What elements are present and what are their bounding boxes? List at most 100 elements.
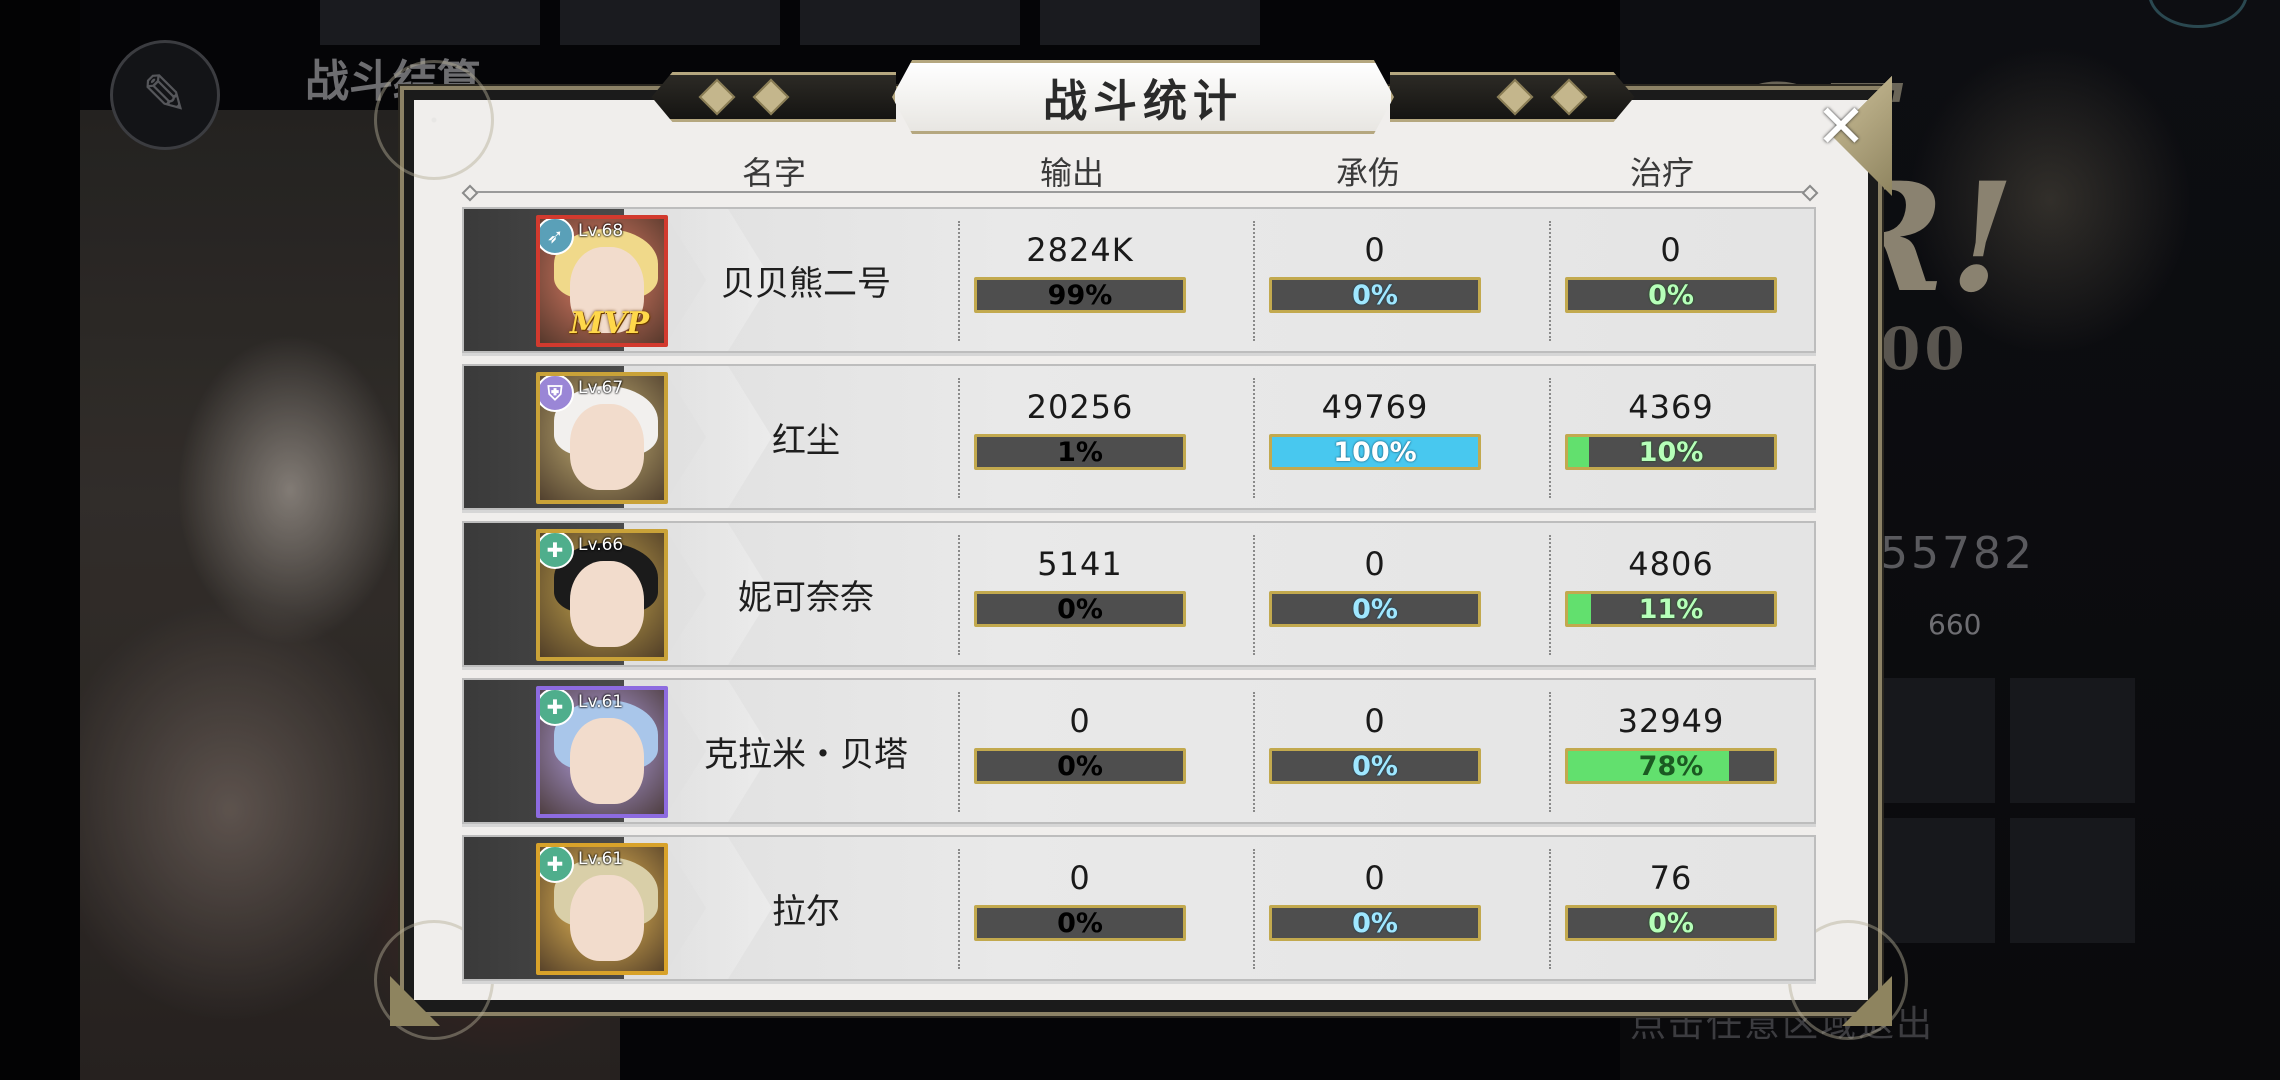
hero-name: 贝贝熊二号 — [721, 263, 891, 304]
damage-percent: 1% — [1057, 436, 1103, 468]
damage-stat: 2824K 99% — [958, 209, 1190, 351]
hero-portrait[interactable]: Lv.68 ➶ MVP — [536, 215, 668, 347]
damage-stat: 0 0% — [958, 680, 1190, 822]
heal-value: 32949 — [1617, 702, 1725, 740]
edit-icon[interactable]: ✎ — [110, 40, 220, 150]
column-header-name: 名字 — [741, 154, 806, 192]
hero-portrait[interactable]: Lv.61 ✚ — [536, 686, 668, 818]
damage-value: 0 — [1069, 702, 1091, 740]
heal-bar: 11% — [1565, 591, 1777, 627]
heal-stat: 4369 10% — [1549, 366, 1781, 508]
damage-value: 5141 — [1037, 545, 1123, 583]
healer-class-icon: ✚ — [540, 690, 574, 726]
damage-bar: 1% — [974, 434, 1186, 470]
column-separator — [1549, 692, 1551, 812]
tank-stat: 49769 100% — [1253, 366, 1485, 508]
tank-percent: 0% — [1352, 593, 1398, 625]
panel-title: 战斗统计 — [1043, 76, 1243, 127]
background-slot — [1870, 818, 1995, 943]
column-separator — [1549, 849, 1551, 969]
tank-percent: 0% — [1352, 750, 1398, 782]
guardian-class-icon: ⛨ — [540, 376, 574, 412]
hero-name: 拉尔 — [772, 891, 840, 932]
portrait-face — [570, 561, 644, 647]
heal-bar: 10% — [1565, 434, 1777, 470]
tank-value: 49769 — [1321, 388, 1429, 426]
column-separator — [958, 535, 960, 655]
tank-percent: 0% — [1352, 279, 1398, 311]
heal-stat: 4806 11% — [1549, 523, 1781, 665]
tank-stat: 0 0% — [1253, 523, 1485, 665]
header-divider — [470, 191, 1810, 193]
column-separator — [1549, 221, 1551, 341]
healer-class-icon: ✚ — [540, 533, 574, 569]
heal-value: 4806 — [1628, 545, 1714, 583]
heal-value: 4369 — [1628, 388, 1714, 426]
background-strip — [320, 0, 540, 45]
damage-value: 2824K — [1026, 231, 1134, 269]
damage-bar: 99% — [974, 277, 1186, 313]
heal-bar: 0% — [1565, 277, 1777, 313]
damage-value: 20256 — [1026, 388, 1134, 426]
background-score-fragment: 00 — [1880, 315, 1969, 383]
portrait-face — [570, 718, 644, 804]
tank-bar: 0% — [1269, 905, 1481, 941]
background-strip — [1040, 0, 1260, 45]
hero-level: Lv.61 — [578, 849, 624, 869]
tank-value: 0 — [1364, 859, 1386, 897]
tank-value: 0 — [1364, 545, 1386, 583]
tank-bar: 0% — [1269, 277, 1481, 313]
damage-stat: 0 0% — [958, 837, 1190, 979]
column-separator — [1253, 221, 1255, 341]
tank-value: 0 — [1364, 702, 1386, 740]
column-separator — [1253, 378, 1255, 498]
panel-title-plate: 战斗统计 — [892, 60, 1394, 134]
damage-percent: 0% — [1057, 593, 1103, 625]
healer-class-icon: ✚ — [540, 847, 574, 883]
close-button[interactable]: ✕ — [1808, 94, 1874, 160]
column-header-tank: 承伤 — [1335, 154, 1400, 192]
column-separator — [1549, 535, 1551, 655]
tank-percent: 0% — [1352, 907, 1398, 939]
heal-percent: 0% — [1648, 279, 1694, 311]
column-separator — [958, 378, 960, 498]
heal-stat: 32949 78% — [1549, 680, 1781, 822]
close-icon: ✕ — [1815, 92, 1867, 162]
damage-percent: 0% — [1057, 750, 1103, 782]
heal-stat: 0 0% — [1549, 209, 1781, 351]
background-slot — [2010, 678, 2135, 803]
portrait-face — [570, 404, 644, 490]
column-separator — [1549, 378, 1551, 498]
column-separator — [1253, 692, 1255, 812]
panel-title-bar: 战斗统计 — [636, 60, 1650, 134]
battle-result-screen[interactable]: GE AR! 00 55782 660 ✎ 战斗结算 点击任意区域退出 战斗统计… — [0, 0, 2280, 1080]
heal-bar: 78% — [1565, 748, 1777, 784]
damage-bar: 0% — [974, 591, 1186, 627]
background-left-edge — [0, 0, 80, 1080]
table-row: Lv.61 ✚ 拉尔 0 0% 0 0% 76 0% — [462, 835, 1816, 981]
hero-portrait[interactable]: Lv.66 ✚ — [536, 529, 668, 661]
hero-name: 妮可奈奈 — [738, 577, 874, 618]
hero-portrait[interactable]: Lv.61 ✚ — [536, 843, 668, 975]
tank-stat: 0 0% — [1253, 837, 1485, 979]
background-number-small: 660 — [1928, 608, 1982, 641]
tank-bar: 0% — [1269, 748, 1481, 784]
hero-level: Lv.67 — [578, 378, 624, 398]
background-slot — [2010, 818, 2135, 943]
tank-bar: 100% — [1269, 434, 1481, 470]
portrait-face — [570, 875, 644, 961]
heal-percent: 10% — [1638, 436, 1704, 468]
hero-name: 克拉米・贝塔 — [704, 734, 908, 775]
hero-portrait[interactable]: Lv.67 ⛨ — [536, 372, 668, 504]
mvp-badge: MVP — [570, 306, 650, 341]
column-header-heal: 治疗 — [1629, 154, 1694, 192]
table-row: Lv.68 ➶ MVP 贝贝熊二号 2824K 99% 0 0% 0 0% — [462, 207, 1816, 353]
column-separator — [958, 221, 960, 341]
damage-bar: 0% — [974, 905, 1186, 941]
hero-level: Lv.68 — [578, 221, 624, 241]
tank-stat: 0 0% — [1253, 209, 1485, 351]
column-separator — [1253, 535, 1255, 655]
tank-bar: 0% — [1269, 591, 1481, 627]
tank-value: 0 — [1364, 231, 1386, 269]
table-row: Lv.61 ✚ 克拉米・贝塔 0 0% 0 0% 32949 78% — [462, 678, 1816, 824]
